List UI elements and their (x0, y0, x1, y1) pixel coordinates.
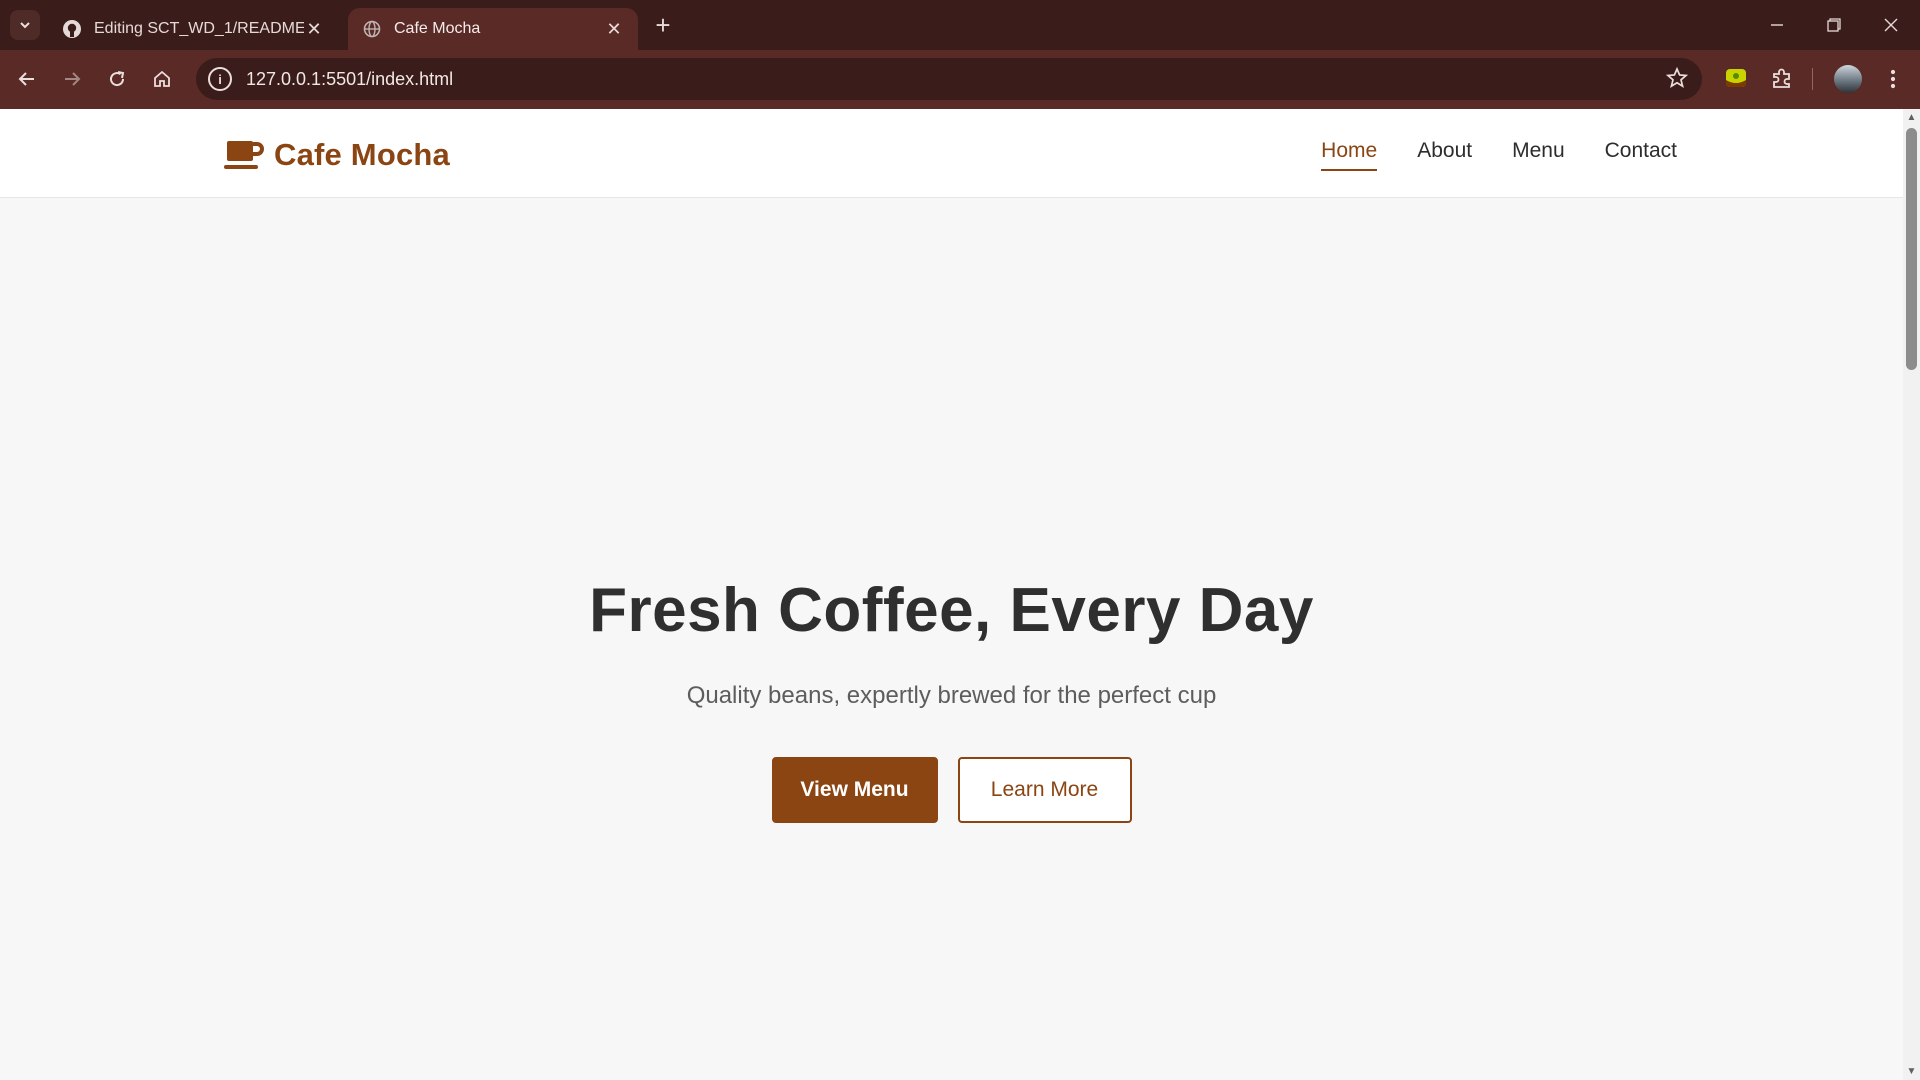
tab-title: Cafe Mocha (394, 20, 481, 37)
tab-close-icon[interactable]: ✕ (604, 19, 624, 40)
nav-menu[interactable]: Menu (1512, 139, 1565, 171)
site-header: Cafe Mocha Home About Menu Contact (0, 109, 1903, 198)
star-icon[interactable] (1665, 66, 1689, 95)
page-scrollbar[interactable]: ▲ ▼ (1903, 109, 1920, 1080)
globe-icon (362, 19, 382, 39)
tab-title: Editing SCT_WD_1/README.md (94, 20, 304, 37)
tab-readme[interactable]: Editing SCT_WD_1/README.md ✕ (48, 8, 338, 50)
forward-arrow-icon[interactable] (55, 62, 89, 96)
nav-home[interactable]: Home (1321, 139, 1378, 171)
tab-search-button[interactable] (10, 10, 40, 40)
coffee-cup-icon (224, 141, 264, 169)
url-text[interactable]: 127.0.0.1:5501/index.html (246, 69, 453, 90)
scrollbar-thumb[interactable] (1906, 128, 1917, 370)
browser-window: Editing SCT_WD_1/README.md ✕ Cafe Mocha … (0, 0, 1920, 1080)
hero-actions: View Menu Learn More (0, 757, 1903, 823)
restore-icon[interactable] (1805, 0, 1863, 50)
page-viewport: Cafe Mocha Home About Menu Contact Fresh… (0, 109, 1903, 1080)
browser-toolbar: i 127.0.0.1:5501/index.html (0, 50, 1920, 109)
tab-strip: Editing SCT_WD_1/README.md ✕ Cafe Mocha … (0, 0, 1920, 50)
toolbar-divider (1812, 68, 1813, 90)
minimize-icon[interactable] (1748, 0, 1806, 50)
info-icon[interactable]: i (208, 67, 232, 91)
new-tab-button[interactable]: + (650, 12, 676, 38)
brand-name: Cafe Mocha (274, 137, 450, 172)
nav-contact[interactable]: Contact (1605, 139, 1677, 171)
site-logo[interactable]: Cafe Mocha (224, 135, 450, 175)
extension-icon[interactable] (1724, 66, 1748, 90)
reload-icon[interactable] (100, 62, 134, 96)
back-arrow-icon[interactable] (10, 62, 44, 96)
view-menu-button[interactable]: View Menu (771, 757, 938, 823)
chevron-down-icon (20, 22, 30, 29)
learn-more-button[interactable]: Learn More (957, 757, 1132, 823)
tab-close-icon[interactable]: ✕ (304, 19, 324, 40)
hero-section: Fresh Coffee, Every Day Quality beans, e… (0, 198, 1903, 1080)
tab-cafe-mocha[interactable]: Cafe Mocha ✕ (348, 8, 638, 50)
main-nav: Home About Menu Contact (1321, 139, 1677, 171)
scroll-down-icon[interactable]: ▼ (1906, 1066, 1917, 1077)
avatar[interactable] (1834, 65, 1862, 93)
kebab-menu-icon[interactable] (1876, 62, 1910, 96)
hero-subheading: Quality beans, expertly brewed for the p… (686, 682, 1217, 709)
address-bar[interactable]: i 127.0.0.1:5501/index.html (196, 58, 1702, 100)
close-icon[interactable] (1862, 0, 1920, 50)
home-icon[interactable] (145, 62, 179, 96)
nav-about[interactable]: About (1417, 139, 1472, 171)
scroll-up-icon[interactable]: ▲ (1906, 112, 1917, 123)
github-icon (62, 19, 82, 39)
hero-heading: Fresh Coffee, Every Day (589, 576, 1314, 645)
puzzle-icon[interactable] (1770, 66, 1794, 90)
